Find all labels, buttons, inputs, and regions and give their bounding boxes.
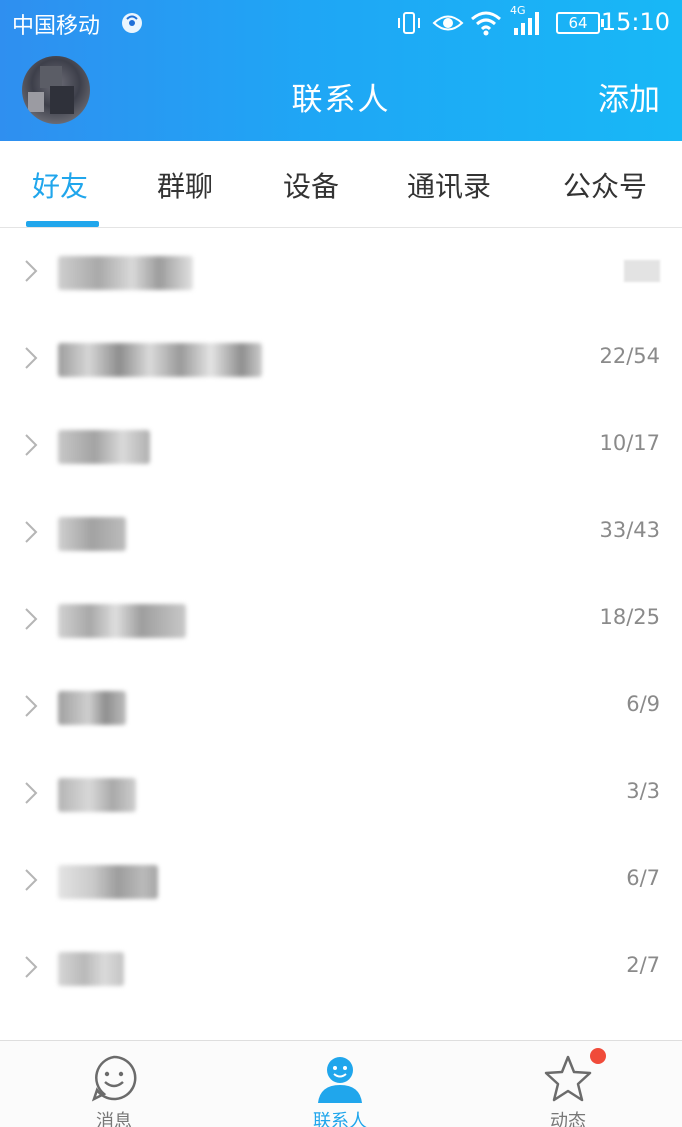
group-count: 22/54: [599, 344, 660, 368]
status-bar: 中国移动 4G 64 15:10: [0, 0, 682, 46]
group-count: 33/43: [599, 518, 660, 542]
nav-messages[interactable]: 消息: [54, 1041, 174, 1127]
list-item[interactable]: 6/7: [0, 837, 682, 924]
notification-badge: [590, 1048, 606, 1064]
group-name-redacted: [58, 865, 158, 899]
group-name-redacted: [58, 517, 126, 551]
chevron-right-icon: [25, 869, 38, 891]
star-icon: [544, 1055, 592, 1102]
vibrate-icon: [398, 12, 420, 34]
group-name-redacted: [58, 691, 126, 725]
nav-messages-label: 消息: [96, 1111, 132, 1127]
tab-friends[interactable]: 好友: [32, 165, 88, 205]
tab-devices[interactable]: 设备: [283, 165, 339, 205]
nav-contacts-label: 联系人: [313, 1111, 367, 1127]
group-count: 6/7: [626, 866, 660, 890]
nav-feed-label: 动态: [550, 1111, 586, 1127]
tab-groups[interactable]: 群聊: [157, 165, 213, 205]
hotspot-icon: [122, 13, 142, 33]
tab-address-book[interactable]: 通讯录: [407, 165, 491, 205]
person-icon: [318, 1057, 362, 1103]
app-header: 中国移动 4G 64 15:10 联系人 添加: [0, 0, 682, 141]
group-count: 10/17: [599, 431, 660, 455]
list-item[interactable]: 18/25: [0, 576, 682, 663]
eye-comfort-icon: [432, 15, 464, 31]
chevron-right-icon: [25, 956, 38, 978]
list-item[interactable]: 6/9: [0, 663, 682, 750]
list-item[interactable]: 2/7: [0, 924, 682, 1011]
chevron-right-icon: [25, 695, 38, 717]
list-item[interactable]: [0, 228, 682, 315]
group-name-redacted: [58, 430, 150, 464]
battery-icon: 64: [556, 12, 604, 34]
add-button[interactable]: 添加: [598, 74, 660, 119]
group-count: 3/3: [626, 779, 660, 803]
chevron-right-icon: [25, 608, 38, 630]
active-tab-indicator: [26, 221, 99, 227]
list-item[interactable]: 33/43: [0, 489, 682, 576]
tab-official-accounts[interactable]: 公众号: [563, 165, 647, 205]
battery-level: 64: [568, 14, 588, 32]
group-name-redacted: [58, 343, 262, 377]
network-type-label: 4G: [510, 4, 526, 17]
group-name-redacted: [58, 952, 124, 986]
list-item[interactable]: 22/54: [0, 315, 682, 402]
list-item[interactable]: 3/3: [0, 750, 682, 837]
carrier-label: 中国移动: [12, 14, 101, 39]
tab-bar: 好友 群聊 设备 通讯录 公众号: [0, 141, 682, 228]
nav-feed[interactable]: 动态: [508, 1041, 628, 1127]
group-count: 18/25: [599, 605, 660, 629]
chevron-right-icon: [25, 782, 38, 804]
list-item[interactable]: 10/17: [0, 402, 682, 489]
page-title: 联系人: [291, 82, 391, 118]
wifi-icon: [471, 11, 501, 36]
group-count: 2/7: [626, 953, 660, 977]
chevron-right-icon: [25, 521, 38, 543]
clock-time: 15:10: [600, 8, 670, 36]
chevron-right-icon: [25, 347, 38, 369]
chevron-right-icon: [25, 260, 38, 282]
bottom-navigation: 消息 联系人 动态: [0, 1040, 682, 1127]
redacted-count: [624, 260, 660, 282]
nav-contacts[interactable]: 联系人: [280, 1041, 400, 1127]
friend-group-list: 22/54 10/17 33/43 18/25 6/9 3/3 6/7 2/7: [0, 228, 682, 1011]
smile-chat-icon: [91, 1055, 137, 1102]
group-name-redacted: [58, 778, 136, 812]
group-name-redacted: [58, 604, 186, 638]
group-count: 6/9: [626, 692, 660, 716]
chevron-right-icon: [25, 434, 38, 456]
group-name-redacted: [58, 256, 193, 290]
